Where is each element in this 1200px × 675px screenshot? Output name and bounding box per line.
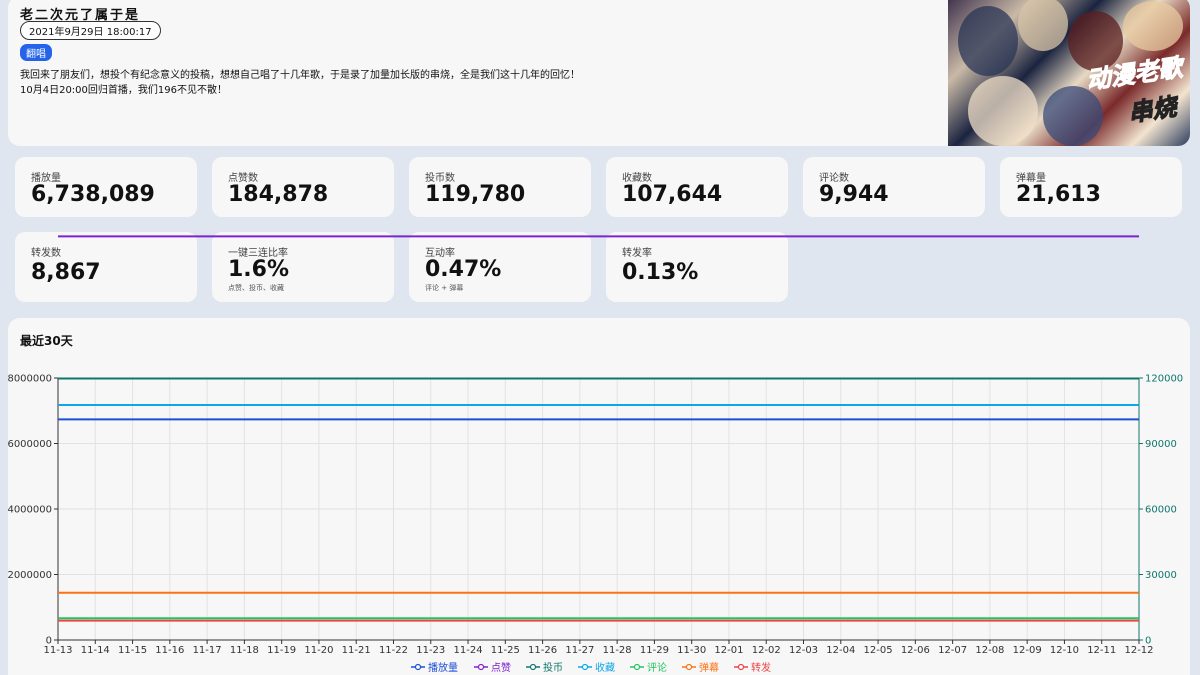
x-tick-label: 11-20 bbox=[304, 645, 333, 656]
y-right-tick-label: 60000 bbox=[1145, 505, 1177, 516]
x-tick-label: 11-21 bbox=[342, 645, 371, 656]
x-tick-label: 11-23 bbox=[416, 645, 445, 656]
legend-marker bbox=[737, 663, 745, 671]
y-left-tick-label: 2000000 bbox=[7, 570, 52, 581]
x-tick-label: 12-04 bbox=[826, 645, 855, 656]
legend-label: 评论 bbox=[647, 661, 667, 674]
x-tick-label: 11-18 bbox=[230, 645, 259, 656]
y-left-tick-label: 8000000 bbox=[7, 374, 52, 385]
x-tick-label: 11-16 bbox=[155, 645, 184, 656]
x-tick-label: 12-10 bbox=[1050, 645, 1079, 656]
x-tick-label: 11-26 bbox=[528, 645, 557, 656]
legend-marker bbox=[477, 663, 485, 671]
x-tick-label: 11-28 bbox=[603, 645, 632, 656]
x-tick-label: 11-22 bbox=[379, 645, 408, 656]
x-tick-label: 12-06 bbox=[901, 645, 930, 656]
y-right-tick-label: 120000 bbox=[1145, 374, 1183, 385]
legend-label: 投币 bbox=[543, 661, 563, 674]
x-tick-label: 12-05 bbox=[864, 645, 893, 656]
legend-label: 点赞 bbox=[491, 661, 511, 674]
x-tick-label: 12-11 bbox=[1087, 645, 1116, 656]
x-tick-label: 11-14 bbox=[81, 645, 110, 656]
legend-marker bbox=[581, 663, 589, 671]
legend-label: 转发 bbox=[751, 661, 771, 674]
y-left-tick-label: 6000000 bbox=[7, 439, 52, 450]
y-right-tick-label: 90000 bbox=[1145, 439, 1177, 450]
x-tick-label: 11-15 bbox=[118, 645, 147, 656]
x-tick-label: 12-12 bbox=[1124, 645, 1153, 656]
y-right-tick-label: 30000 bbox=[1145, 570, 1177, 581]
y-left-tick-label: 4000000 bbox=[7, 505, 52, 516]
x-tick-label: 11-25 bbox=[491, 645, 520, 656]
legend-marker bbox=[414, 663, 422, 671]
x-tick-label: 11-24 bbox=[454, 645, 483, 656]
x-tick-label: 11-17 bbox=[193, 645, 222, 656]
legend-label: 播放量 bbox=[428, 661, 458, 674]
legend-label: 收藏 bbox=[595, 661, 615, 674]
x-tick-label: 12-07 bbox=[938, 645, 967, 656]
trend-chart[interactable]: 0200000040000006000000800000003000060000… bbox=[0, 0, 1200, 675]
x-tick-label: 12-02 bbox=[752, 645, 781, 656]
legend-label: 弹幕 bbox=[699, 661, 719, 674]
legend-marker bbox=[685, 663, 693, 671]
x-tick-label: 12-03 bbox=[789, 645, 818, 656]
x-tick-label: 11-19 bbox=[267, 645, 296, 656]
x-tick-label: 11-13 bbox=[43, 645, 72, 656]
x-tick-label: 12-01 bbox=[714, 645, 743, 656]
x-tick-label: 11-30 bbox=[677, 645, 706, 656]
x-tick-label: 11-29 bbox=[640, 645, 669, 656]
legend-marker bbox=[529, 663, 537, 671]
x-tick-label: 12-09 bbox=[1013, 645, 1042, 656]
x-tick-label: 12-08 bbox=[975, 645, 1004, 656]
legend-marker bbox=[633, 663, 641, 671]
x-tick-label: 11-27 bbox=[565, 645, 594, 656]
